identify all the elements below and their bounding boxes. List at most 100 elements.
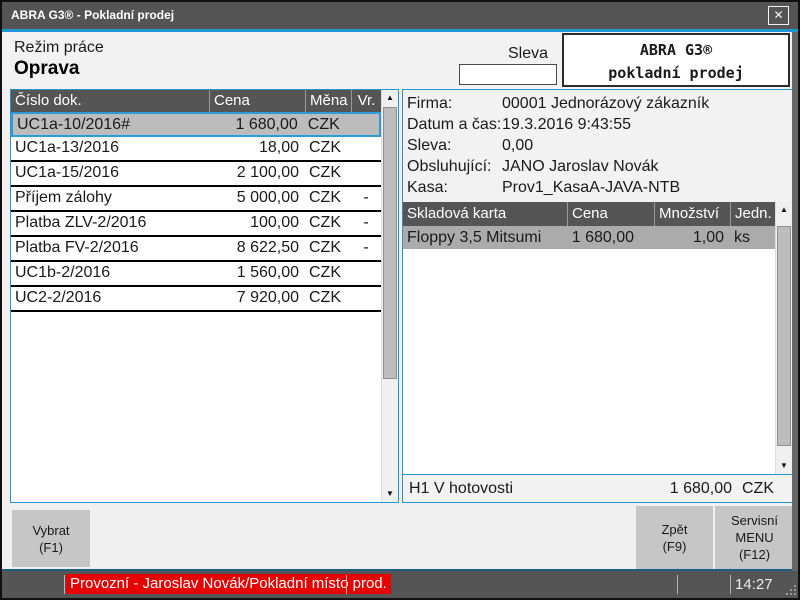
items-table: Skladová karta Cena Množství Jedn. Flopp… bbox=[403, 202, 775, 474]
app-logo-line1: ABRA G3® bbox=[564, 38, 788, 62]
documents-scrollbar[interactable]: ▲ ▼ bbox=[381, 90, 398, 502]
app-window: ABRA G3® - Pokladní prodej ✕ Režim práce… bbox=[0, 0, 800, 600]
items-scrollbar[interactable]: ▲ ▼ bbox=[775, 202, 792, 474]
header-panel: Režim práce Oprava Sleva ABRA G3® poklad… bbox=[2, 32, 798, 89]
doc-return-flag bbox=[351, 162, 381, 185]
doc-price: 5 000,00 bbox=[209, 187, 305, 210]
discount-input[interactable] bbox=[459, 64, 557, 85]
doc-number: Platba FV-2/2016 bbox=[11, 237, 209, 260]
documents-table-empty-area bbox=[11, 312, 381, 502]
statusbar-separator bbox=[64, 575, 65, 594]
doc-return-flag: - bbox=[351, 237, 381, 260]
doc-price: 1 560,00 bbox=[209, 262, 305, 285]
back-button[interactable]: Zpět (F9) bbox=[636, 506, 713, 569]
column-header-quantity: Množství bbox=[654, 202, 730, 226]
info-row-discount: Sleva: 0,00 bbox=[403, 136, 792, 157]
app-logo: ABRA G3® pokladní prodej bbox=[562, 33, 790, 87]
doc-return-flag: - bbox=[351, 212, 381, 235]
statusbar-separator bbox=[346, 575, 347, 594]
doc-return-flag bbox=[351, 287, 381, 310]
column-header-stock-card: Skladová karta bbox=[403, 202, 567, 226]
doc-number: UC1a-15/2016 bbox=[11, 162, 209, 185]
column-header-price: Cena bbox=[209, 90, 305, 112]
total-currency: CZK bbox=[732, 480, 792, 498]
table-row[interactable]: UC2-2/2016 7 920,00 CZK bbox=[11, 287, 381, 312]
select-button-label: Vybrat bbox=[12, 522, 90, 539]
info-row-firma: Firma: 00001 Jednorázový zákazník bbox=[403, 94, 792, 115]
scroll-up-icon[interactable]: ▲ bbox=[776, 202, 792, 218]
info-value: 00001 Jednorázový zákazník bbox=[502, 94, 792, 115]
doc-return-flag bbox=[351, 262, 381, 285]
scroll-down-icon[interactable]: ▼ bbox=[382, 486, 398, 502]
status-bar: Provozní - Jaroslav Novák/Pokladní místo… bbox=[2, 571, 798, 598]
table-row[interactable]: Platba ZLV-2/2016 100,00 CZK - bbox=[11, 212, 381, 237]
doc-price: 1 680,00 bbox=[209, 114, 304, 135]
info-label: Obsluhující: bbox=[403, 157, 502, 178]
table-row[interactable]: UC1a-15/2016 2 100,00 CZK bbox=[11, 162, 381, 187]
doc-number: Platba ZLV-2/2016 bbox=[11, 212, 209, 235]
total-amount: 1 680,00 bbox=[670, 480, 732, 498]
item-quantity: 1,00 bbox=[654, 226, 730, 249]
doc-currency: CZK bbox=[305, 137, 351, 160]
info-row-datetime: Datum a čas: 19.3.2016 9:43:55 bbox=[403, 115, 792, 136]
doc-number: UC1a-13/2016 bbox=[11, 137, 209, 160]
scrollbar-thumb[interactable] bbox=[383, 107, 397, 379]
window-title: ABRA G3® - Pokladní prodej bbox=[11, 8, 174, 22]
item-name: Floppy 3,5 Mitsumi bbox=[403, 226, 567, 249]
info-row-register: Kasa: Prov1_KasaA-JAVA-NTB bbox=[403, 178, 792, 199]
doc-number: UC2-2/2016 bbox=[11, 287, 209, 310]
items-table-empty-area bbox=[403, 249, 775, 474]
service-button-label1: Servisní bbox=[715, 512, 794, 529]
info-label: Sleva: bbox=[403, 136, 502, 157]
documents-table-header: Číslo dok. Cena Měna Vr. bbox=[11, 90, 381, 112]
scroll-up-icon[interactable]: ▲ bbox=[382, 90, 398, 106]
doc-currency: CZK bbox=[305, 212, 351, 235]
scrollbar-thumb[interactable] bbox=[777, 226, 791, 446]
doc-currency: CZK bbox=[305, 287, 351, 310]
info-label: Datum a čas: bbox=[403, 115, 502, 136]
item-price: 1 680,00 bbox=[567, 226, 654, 249]
table-row[interactable]: Příjem zálohy 5 000,00 CZK - bbox=[11, 187, 381, 212]
scroll-down-icon[interactable]: ▼ bbox=[776, 458, 792, 474]
doc-return-flag: - bbox=[351, 187, 381, 210]
work-mode-label: Režim práce bbox=[14, 39, 104, 57]
doc-number: UC1a-10/2016# bbox=[13, 114, 209, 135]
column-header-currency: Měna bbox=[305, 90, 351, 112]
resize-grip[interactable] bbox=[785, 584, 796, 595]
items-table-header: Skladová karta Cena Množství Jedn. bbox=[403, 202, 775, 226]
statusbar-separator bbox=[730, 575, 731, 594]
select-button-fkey: (F1) bbox=[12, 539, 90, 556]
doc-price: 7 920,00 bbox=[209, 287, 305, 310]
doc-number: UC1b-2/2016 bbox=[11, 262, 209, 285]
column-header-return: Vr. bbox=[351, 90, 381, 112]
info-label: Firma: bbox=[403, 94, 502, 115]
column-header-item-price: Cena bbox=[567, 202, 654, 226]
doc-price: 18,00 bbox=[209, 137, 305, 160]
service-menu-button[interactable]: Servisní MENU (F12) bbox=[715, 506, 794, 569]
service-button-label2: MENU bbox=[715, 529, 794, 546]
detail-panel: Firma: 00001 Jednorázový zákazník Datum … bbox=[402, 89, 793, 503]
info-value: 0,00 bbox=[502, 136, 792, 157]
table-row[interactable]: UC1b-2/2016 1 560,00 CZK bbox=[11, 262, 381, 287]
document-info: Firma: 00001 Jednorázový zákazník Datum … bbox=[403, 90, 792, 202]
doc-price: 8 622,50 bbox=[209, 237, 305, 260]
back-button-label: Zpět bbox=[636, 521, 713, 538]
payment-method-label: H1 V hotovosti bbox=[403, 480, 513, 498]
table-row[interactable]: Platba FV-2/2016 8 622,50 CZK - bbox=[11, 237, 381, 262]
doc-price: 2 100,00 bbox=[209, 162, 305, 185]
doc-return-flag bbox=[349, 114, 379, 135]
close-icon[interactable]: ✕ bbox=[768, 6, 789, 25]
service-button-fkey: (F12) bbox=[715, 546, 794, 563]
doc-currency: CZK bbox=[304, 114, 350, 135]
title-bar: ABRA G3® - Pokladní prodej ✕ bbox=[2, 2, 798, 29]
table-row[interactable]: UC1a-13/2016 18,00 CZK bbox=[11, 137, 381, 162]
item-row[interactable]: Floppy 3,5 Mitsumi 1 680,00 1,00 ks bbox=[403, 226, 775, 249]
back-button-fkey: (F9) bbox=[636, 538, 713, 555]
info-value: JANO Jaroslav Novák bbox=[502, 157, 792, 178]
info-label: Kasa: bbox=[403, 178, 502, 199]
table-row[interactable]: UC1a-10/2016# 1 680,00 CZK bbox=[11, 112, 381, 137]
select-button[interactable]: Vybrat (F1) bbox=[12, 510, 90, 567]
doc-currency: CZK bbox=[305, 237, 351, 260]
info-value: 19.3.2016 9:43:55 bbox=[502, 115, 792, 136]
doc-price: 100,00 bbox=[209, 212, 305, 235]
